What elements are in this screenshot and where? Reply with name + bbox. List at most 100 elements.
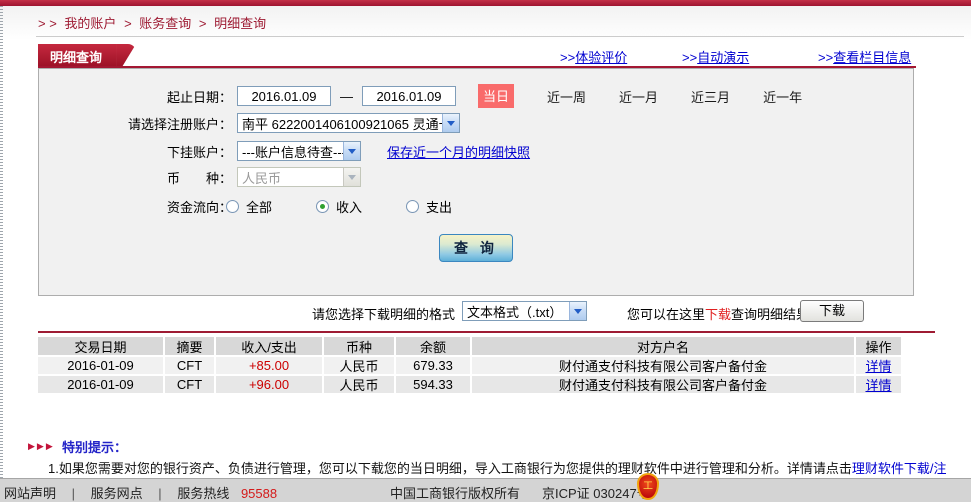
link-experience-rating[interactable]: >>体验评价 <box>560 47 627 66</box>
footer-copyright: 中国工商银行版权所有 京ICP证 030247号 <box>390 483 650 502</box>
footer-link-site-statement[interactable]: 网站声明 <box>4 486 56 501</box>
radio-label-all: 全部 <box>246 197 272 216</box>
preset-last-year[interactable]: 近一年 <box>763 87 802 106</box>
breadcrumb-separator: > <box>124 16 132 31</box>
register-account-value: 南平 6222001406100921065 灵通卡 <box>238 114 442 133</box>
save-monthly-snapshot-link[interactable]: 保存近一个月的明细快照 <box>387 142 530 161</box>
header-date: 交易日期 <box>38 337 163 355</box>
date-range-dash: — <box>340 89 353 104</box>
date-range-label: 起止日期： <box>39 87 232 106</box>
header-currency: 币种 <box>324 337 394 355</box>
download-format-select[interactable]: 文本格式（.txt） <box>462 301 587 321</box>
cell-summary: CFT <box>165 357 214 374</box>
fund-flow-row: 资金流向： 全部 收入 支出 <box>39 195 913 217</box>
radio-label-expense: 支出 <box>426 197 452 216</box>
cell-date: 2016-01-09 <box>38 357 163 374</box>
query-button[interactable]: 查 询 <box>439 234 513 262</box>
currency-select-disabled: 人民币 <box>237 167 361 187</box>
header-amount: 收入/支出 <box>216 337 322 355</box>
left-dotted-edge <box>0 6 3 478</box>
download-result-text: 您可以在这里下载查询明细结果 <box>627 304 809 323</box>
icp-license: 京ICP证 030247号 <box>542 486 650 501</box>
table-row: 2016-01-09 CFT +96.00 人民币 594.33 财付通支付科技… <box>38 376 901 393</box>
preset-last-month[interactable]: 近一月 <box>619 87 658 106</box>
header-summary: 摘要 <box>165 337 214 355</box>
sub-account-value: ---账户信息待查--- <box>238 142 343 161</box>
header-action: 操作 <box>856 337 901 355</box>
cell-counterparty: 财付通支付科技有限公司客户备付金 <box>472 376 854 393</box>
date-range-row: 起止日期： — 当日 近一周 近一月 近三月 近一年 <box>39 85 913 107</box>
chevron-down-icon <box>343 142 360 160</box>
cell-balance: 679.33 <box>396 357 470 374</box>
register-account-select[interactable]: 南平 6222001406100921065 灵通卡 <box>237 113 460 133</box>
footer-link-service-outlets[interactable]: 服务网点 <box>91 486 143 501</box>
breadcrumb-item-detail-query[interactable]: 明细查询 <box>214 16 266 31</box>
header-counterparty: 对方户名 <box>472 337 854 355</box>
table-header-row: 交易日期 摘要 收入/支出 币种 余额 对方户名 操作 <box>38 337 901 355</box>
breadcrumb-divider <box>36 36 964 37</box>
radio-checked-icon[interactable] <box>316 200 329 213</box>
cell-counterparty: 财付通支付科技有限公司客户备付金 <box>472 357 854 374</box>
register-account-label: 请选择注册账户： <box>39 114 232 133</box>
header-balance: 余额 <box>396 337 470 355</box>
detail-link[interactable]: 详情 <box>865 376 891 393</box>
sub-account-label: 下挂账户： <box>39 142 232 161</box>
icbc-shield-badge-icon[interactable]: 工 <box>637 473 659 500</box>
download-button[interactable]: 下载 <box>800 300 864 322</box>
table-row: 2016-01-09 CFT +85.00 人民币 679.33 财付通支付科技… <box>38 357 901 374</box>
download-format-label: 请您选择下载明细的格式 <box>312 304 455 323</box>
preset-last-week[interactable]: 近一周 <box>547 87 586 106</box>
preset-today-button[interactable]: 当日 <box>478 84 514 108</box>
download-inline-link[interactable]: 下载 <box>705 307 731 322</box>
copyright-owner: 中国工商银行版权所有 <box>390 486 520 501</box>
currency-value: 人民币 <box>238 168 343 187</box>
radio-label-income: 收入 <box>336 197 362 216</box>
radio-option-expense[interactable]: 支出 <box>406 197 452 216</box>
cell-amount: +85.00 <box>216 357 322 374</box>
triple-arrow-icon: ▶▶▶ <box>28 441 55 452</box>
fund-flow-label: 资金流向： <box>39 197 232 216</box>
detail-link[interactable]: 详情 <box>865 357 891 374</box>
footer-links: 网站声明 | 服务网点 | 服务热线 95588 <box>4 483 277 502</box>
preset-last-quarter[interactable]: 近三月 <box>691 87 730 106</box>
cell-date: 2016-01-09 <box>38 376 163 393</box>
query-form-panel: 起止日期： — 当日 近一周 近一月 近三月 近一年 请选择注册账户： 南平 6… <box>38 68 914 296</box>
header-links: >>体验评价 >>自动演示 >>查看栏目信息 <box>0 47 971 65</box>
breadcrumb-item-my-account[interactable]: 我的账户 <box>64 16 116 31</box>
download-format-value: 文本格式（.txt） <box>463 302 569 321</box>
radio-option-all[interactable]: 全部 <box>226 197 272 216</box>
detail-query-page: > > 我的账户 > 账务查询 > 明细查询 明细查询 >>体验评价 >>自动演… <box>0 0 971 502</box>
footer-hotline-number: 95588 <box>241 486 277 501</box>
breadcrumb-separator: > <box>199 16 207 31</box>
date-to-input[interactable] <box>362 86 456 106</box>
special-notice-title: 特别提示： <box>62 437 127 456</box>
currency-row: 币 种： 人民币 <box>39 166 913 188</box>
chevron-down-icon <box>343 168 360 186</box>
cell-amount: +96.00 <box>216 376 322 393</box>
chevron-down-icon <box>442 114 459 132</box>
footer-hotline-label: 服务热线 <box>177 486 229 501</box>
table-top-divider <box>38 331 935 333</box>
finance-software-download-link[interactable]: 理财软件下载/注 <box>852 461 947 476</box>
radio-icon[interactable] <box>226 200 239 213</box>
footer-separator: | <box>72 486 75 501</box>
sub-account-row: 下挂账户： ---账户信息待查--- 保存近一个月的明细快照 <box>39 140 913 162</box>
link-view-column-info[interactable]: >>查看栏目信息 <box>818 47 911 66</box>
footer-separator: | <box>158 486 161 501</box>
currency-label: 币 种： <box>39 168 232 187</box>
download-row: 请您选择下载明细的格式 文本格式（.txt） 您可以在这里下载查询明细结果 下载 <box>0 300 971 324</box>
radio-option-income[interactable]: 收入 <box>316 197 362 216</box>
special-notice-line: 1.如果您需要对您的银行资产、负债进行管理，您可以下载您的当日明细，导入工商银行… <box>48 458 971 477</box>
breadcrumb-item-account-query[interactable]: 账务查询 <box>139 16 191 31</box>
chevron-down-icon <box>569 302 586 320</box>
cell-balance: 594.33 <box>396 376 470 393</box>
cell-summary: CFT <box>165 376 214 393</box>
cell-currency: 人民币 <box>324 376 394 393</box>
breadcrumb: > > 我的账户 > 账务查询 > 明细查询 <box>38 13 270 32</box>
breadcrumb-prefix: > > <box>38 16 57 31</box>
register-account-row: 请选择注册账户： 南平 6222001406100921065 灵通卡 <box>39 112 913 134</box>
sub-account-select[interactable]: ---账户信息待查--- <box>237 141 361 161</box>
radio-icon[interactable] <box>406 200 419 213</box>
date-from-input[interactable] <box>237 86 331 106</box>
link-auto-demo[interactable]: >>自动演示 <box>682 47 749 66</box>
